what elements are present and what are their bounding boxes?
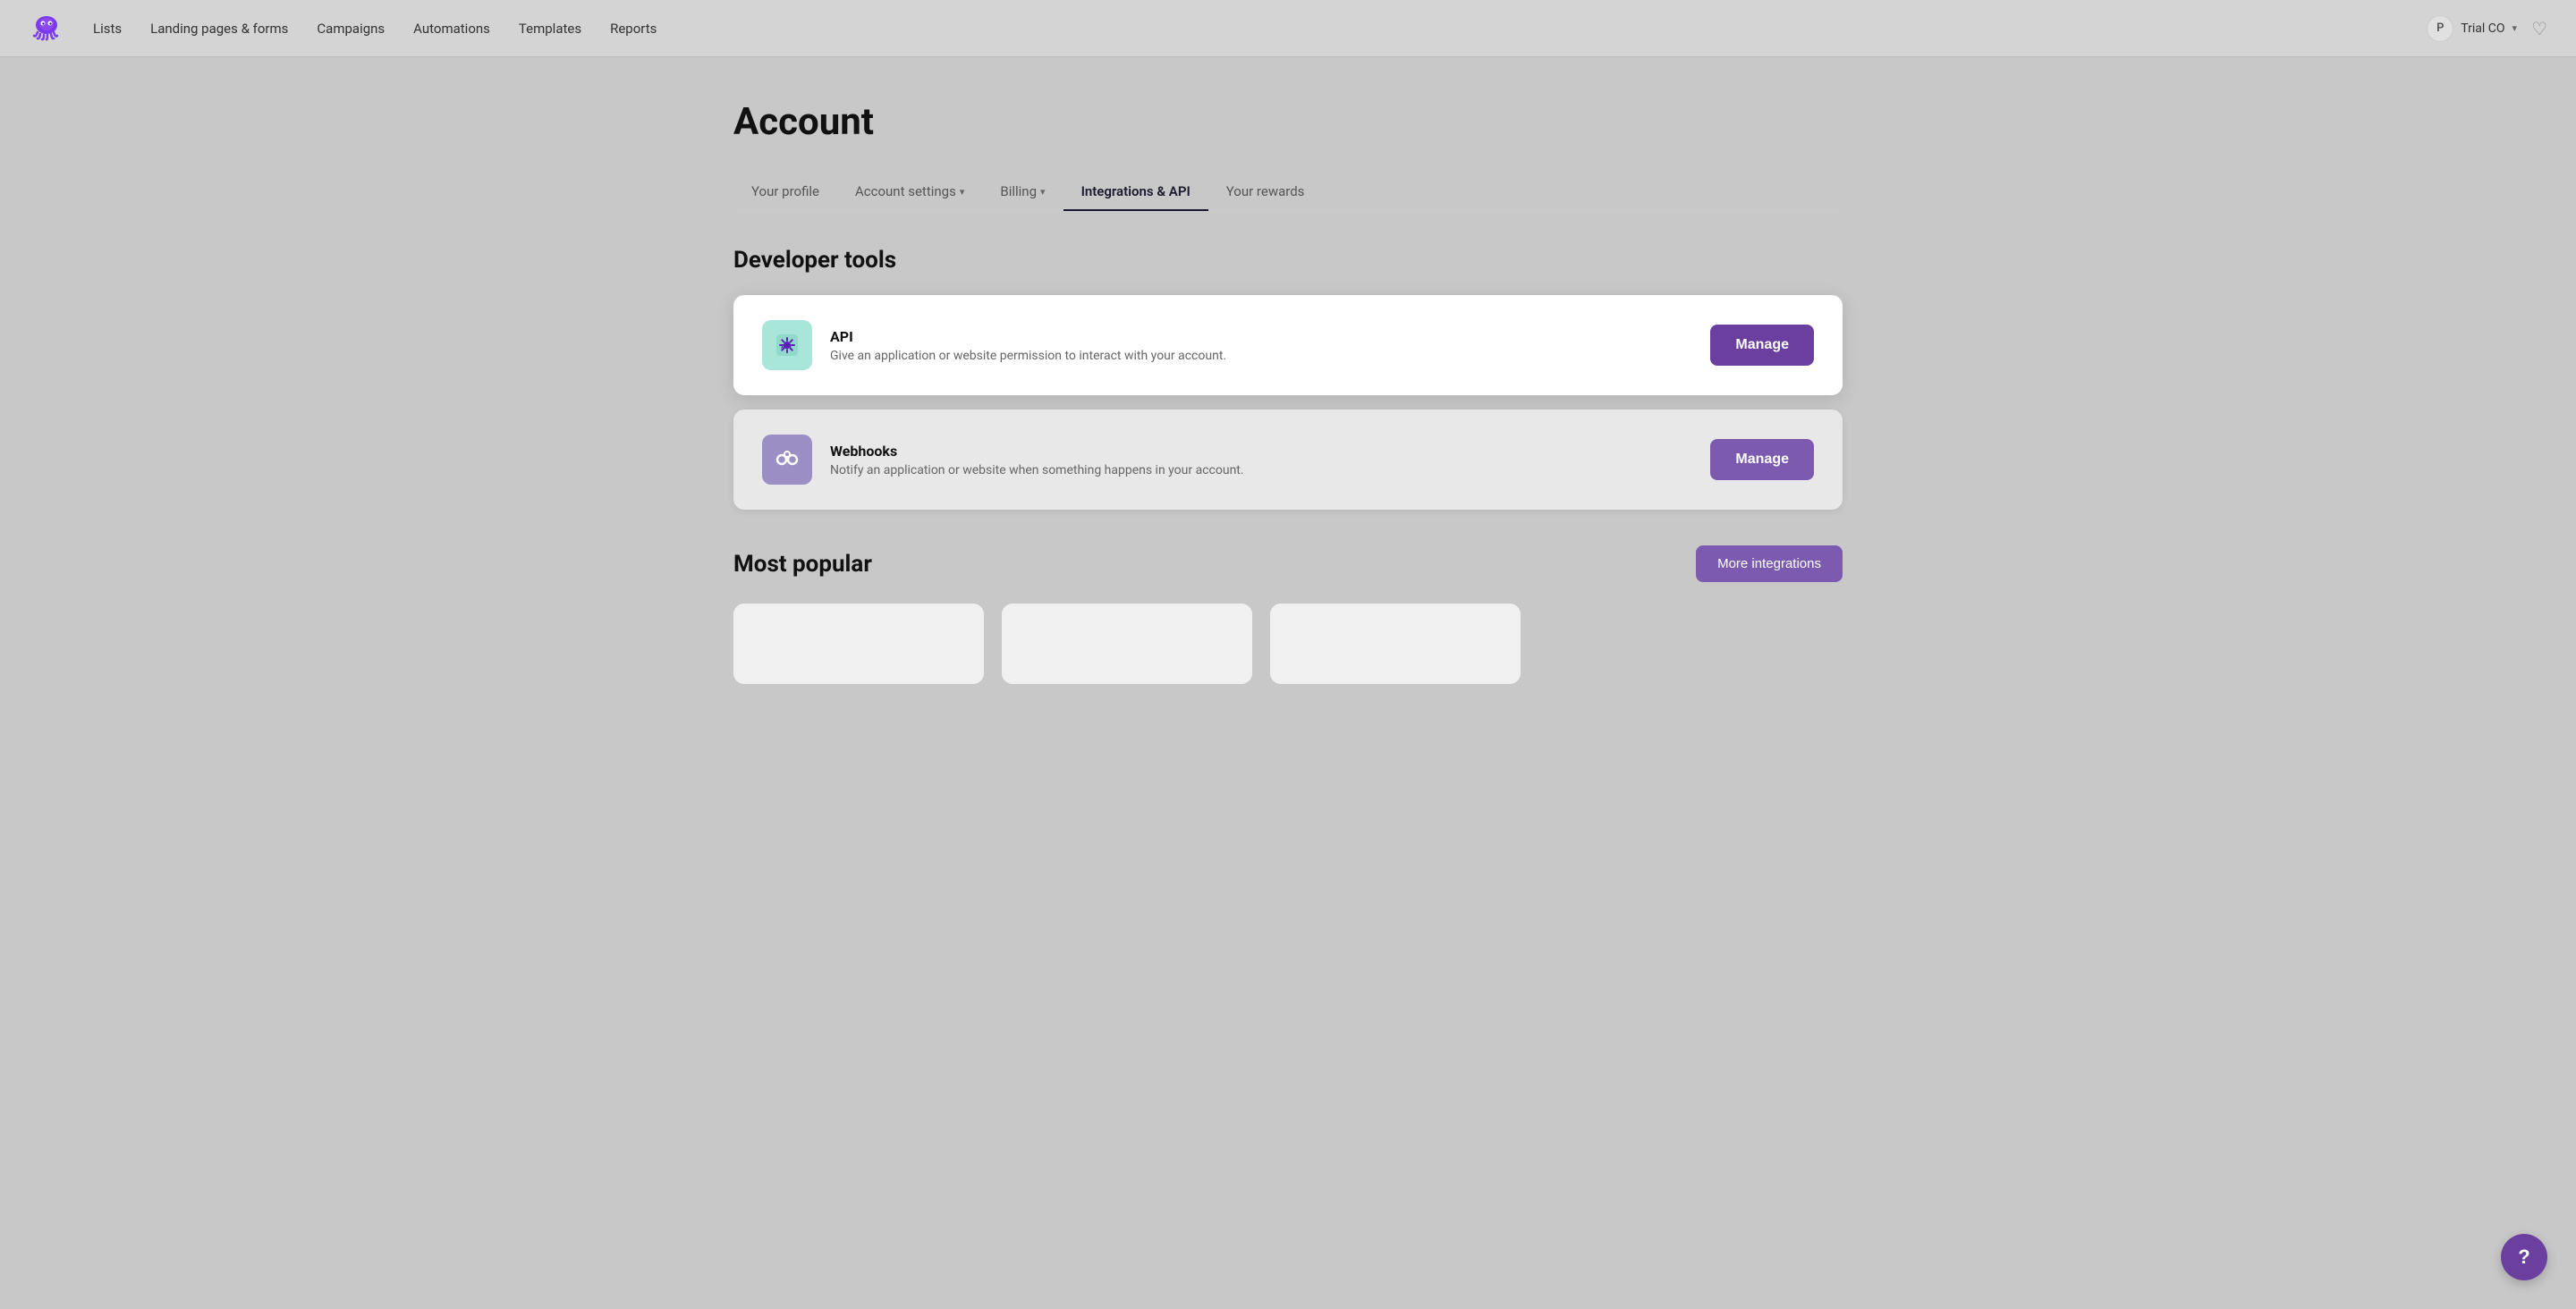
chevron-down-icon: ▾: [2512, 22, 2518, 34]
developer-tools-title: Developer tools: [733, 247, 1843, 274]
account-settings-chevron: ▾: [960, 186, 965, 198]
navbar-right: P Trial CO ▾ ♡: [2427, 15, 2547, 42]
webhooks-manage-button[interactable]: Manage: [1710, 439, 1814, 480]
webhook-icon-wrapper: [762, 435, 812, 485]
api-icon-wrapper: API: [762, 320, 812, 370]
nav-templates[interactable]: Templates: [519, 21, 581, 37]
api-description: Give an application or website permissio…: [830, 349, 1692, 363]
page-title: Account: [733, 100, 1843, 144]
billing-chevron: ▾: [1040, 186, 1046, 198]
avatar: P: [2427, 15, 2453, 42]
webhooks-name: Webhooks: [830, 443, 1692, 460]
more-integrations-button[interactable]: More integrations: [1696, 545, 1843, 582]
webhooks-info: Webhooks Notify an application or websit…: [830, 443, 1692, 477]
api-icon-svg: API: [773, 331, 801, 359]
account-menu[interactable]: P Trial CO ▾: [2427, 15, 2517, 42]
webhook-icon-svg: [773, 445, 801, 474]
tab-billing[interactable]: Billing ▾: [982, 173, 1063, 210]
nav-automations[interactable]: Automations: [413, 21, 490, 37]
integration-card-1[interactable]: [733, 604, 984, 684]
navbar: Lists Landing pages & forms Campaigns Au…: [0, 0, 2576, 57]
heart-icon[interactable]: ♡: [2531, 18, 2547, 39]
integration-card-2[interactable]: [1002, 604, 1252, 684]
webhooks-description: Notify an application or website when so…: [830, 463, 1692, 477]
webhooks-card: Webhooks Notify an application or websit…: [733, 410, 1843, 510]
nav-landing-pages[interactable]: Landing pages & forms: [150, 21, 288, 37]
nav-campaigns[interactable]: Campaigns: [317, 21, 385, 37]
integration-cards: [733, 604, 1843, 684]
nav-links: Lists Landing pages & forms Campaigns Au…: [93, 21, 2427, 37]
tab-your-rewards[interactable]: Your rewards: [1208, 173, 1323, 210]
tab-integrations-api[interactable]: Integrations & API: [1063, 173, 1208, 210]
integration-card-3[interactable]: [1270, 604, 1521, 684]
nav-lists[interactable]: Lists: [93, 21, 122, 37]
svg-text:API: API: [781, 344, 792, 350]
most-popular-header: Most popular More integrations: [733, 545, 1843, 582]
nav-reports[interactable]: Reports: [610, 21, 657, 37]
tabs: Your profile Account settings ▾ Billing …: [733, 173, 1843, 211]
main-content: Account Your profile Account settings ▾ …: [662, 57, 1914, 727]
most-popular-title: Most popular: [733, 551, 872, 578]
account-name: Trial CO: [2461, 21, 2504, 36]
help-button[interactable]: ?: [2501, 1234, 2547, 1280]
tab-account-settings[interactable]: Account settings ▾: [837, 173, 982, 210]
api-card: API API Give an application or website p…: [733, 295, 1843, 395]
api-info: API Give an application or website permi…: [830, 328, 1692, 363]
logo[interactable]: [29, 9, 64, 48]
api-name: API: [830, 328, 1692, 345]
api-manage-button[interactable]: Manage: [1710, 325, 1814, 366]
tab-your-profile[interactable]: Your profile: [733, 173, 837, 210]
